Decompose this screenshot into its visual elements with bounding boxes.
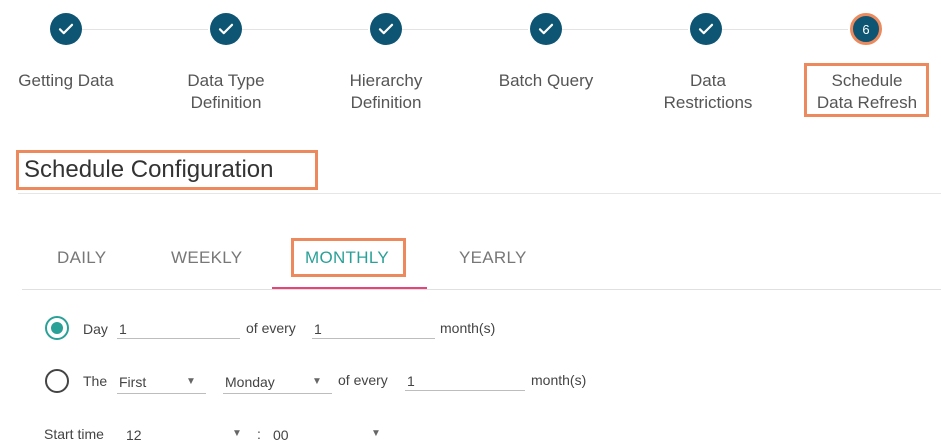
- step-label-batch-query: Batch Query: [498, 71, 594, 90]
- step-connector: [402, 29, 528, 30]
- start-time-label: Start time: [44, 426, 104, 442]
- check-icon: [378, 23, 394, 35]
- title-highlight: [16, 150, 318, 190]
- ordinal-select[interactable]: First: [119, 374, 146, 390]
- step-connector: [242, 29, 368, 30]
- step-5-done[interactable]: [690, 13, 722, 45]
- every-months-input-2[interactable]: 1: [407, 373, 415, 389]
- step-connector: [722, 29, 848, 30]
- every-months-underline: [312, 338, 435, 339]
- divider: [18, 193, 941, 194]
- tabs-divider: [22, 289, 941, 290]
- day-input[interactable]: 1: [119, 321, 127, 337]
- check-icon: [698, 23, 714, 35]
- every-months-input[interactable]: 1: [314, 321, 322, 337]
- radio-day-label: Day: [83, 321, 108, 337]
- step-3-done[interactable]: [370, 13, 402, 45]
- caret-down-icon[interactable]: ▼: [312, 376, 322, 387]
- hour-select[interactable]: 12: [126, 427, 142, 443]
- weekday-select[interactable]: Monday: [225, 374, 275, 390]
- check-icon: [538, 23, 554, 35]
- step-label-hierarchy-definition: Hierarchy Definition: [349, 71, 423, 112]
- tab-yearly[interactable]: YEARLY: [459, 248, 527, 268]
- step-label-data-restrictions: Data Restrictions: [663, 71, 753, 112]
- time-separator: :: [257, 426, 261, 442]
- of-every-label-2: of every: [338, 372, 388, 388]
- minute-select[interactable]: 00: [273, 427, 289, 443]
- radio-the-label: The: [83, 373, 108, 389]
- tab-weekly[interactable]: WEEKLY: [171, 248, 242, 268]
- check-icon: [58, 23, 74, 35]
- caret-down-icon[interactable]: ▼: [186, 376, 196, 387]
- step-label-data-type-definition: Data Type Definition: [187, 71, 265, 112]
- step-2-done[interactable]: [210, 13, 242, 45]
- day-input-underline: [117, 338, 240, 339]
- tab-daily[interactable]: DAILY: [57, 248, 106, 268]
- step-label-getting-data: Getting Data: [18, 71, 114, 90]
- tab-monthly-highlight: [291, 238, 406, 277]
- step-6-highlight: [804, 63, 929, 117]
- active-tab-indicator: [272, 287, 427, 289]
- weekday-select-underline: [223, 393, 332, 394]
- step-1-done[interactable]: [50, 13, 82, 45]
- radio-day[interactable]: [45, 316, 69, 340]
- months-unit-label: month(s): [440, 320, 496, 336]
- step-connector: [82, 29, 208, 30]
- months-unit-label-2: month(s): [531, 372, 587, 388]
- check-icon: [218, 23, 234, 35]
- caret-down-icon[interactable]: ▼: [371, 428, 381, 439]
- caret-down-icon[interactable]: ▼: [232, 428, 242, 439]
- every-months-underline-2: [405, 390, 525, 391]
- ordinal-select-underline: [117, 393, 206, 394]
- of-every-label: of every: [246, 320, 296, 336]
- step-6-current[interactable]: 6: [850, 13, 882, 45]
- step-4-done[interactable]: [530, 13, 562, 45]
- step-connector: [562, 29, 688, 30]
- radio-the[interactable]: [45, 369, 69, 393]
